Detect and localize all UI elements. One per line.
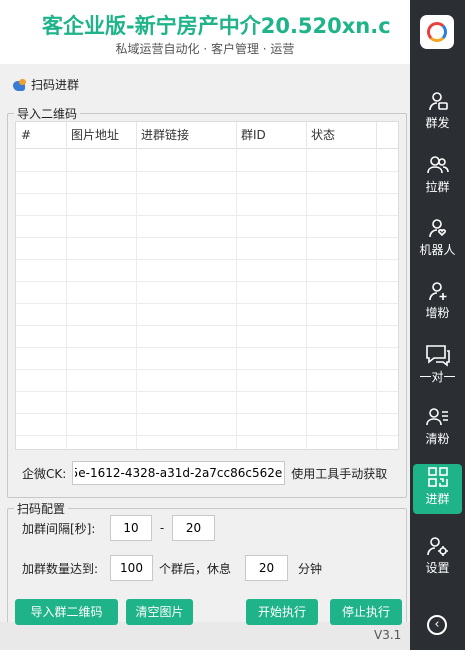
sidebar-item-broadcast[interactable]: 群发: [413, 88, 462, 138]
app-logo: [420, 15, 454, 49]
collapse-arrow-icon[interactable]: ‹: [427, 615, 447, 635]
app-subtitle: 私域运营自动化 · 客户管理 · 运营: [115, 42, 295, 56]
ck-hint: 使用工具手动获取: [291, 466, 388, 481]
col-group-id[interactable]: 群ID: [236, 122, 306, 148]
qr-table-body: [16, 149, 398, 449]
sidebar-item-clean-fans[interactable]: 清粉: [413, 404, 462, 454]
count-suffix: 个群后，休息: [159, 561, 232, 576]
app-title: 客企业版-新宁房产中介20.520xn.c: [42, 14, 391, 38]
count-label: 加群数量达到:: [22, 561, 99, 576]
qr-table-header: # 图片地址 进群链接 群ID 状态: [16, 122, 398, 149]
sidebar-item-settings[interactable]: 设置: [413, 533, 462, 583]
sidebar-label-clean-fans: 清粉: [425, 432, 450, 446]
sidebar-label-add-fans: 增粉: [425, 306, 450, 320]
sidebar-item-join-group[interactable]: 进群: [413, 464, 462, 514]
ck-input[interactable]: [72, 461, 286, 485]
add-user-icon: [427, 278, 449, 304]
interval-row: 加群间隔[秒]: -: [22, 515, 215, 541]
interval-max-input[interactable]: [172, 515, 215, 541]
app-header: 客企业版-新宁房产中介20.520xn.c 私域运营自动化 · 客户管理 · 运…: [0, 0, 410, 64]
sidebar-label-one-on-one: 一对一: [419, 370, 456, 384]
interval-min-input[interactable]: [110, 515, 152, 541]
group-pull-icon: [426, 152, 450, 178]
user-settings-icon: [426, 533, 450, 559]
col-image-path[interactable]: 图片地址: [66, 122, 136, 148]
scan-join-label: 扫码进群: [31, 78, 80, 92]
sidebar-label-pull-group: 拉群: [425, 180, 450, 194]
sidebar-item-one-on-one[interactable]: 一对一: [413, 342, 462, 392]
scan-join-icon: [12, 78, 28, 92]
ck-row: 企微CK: 使用工具手动获取: [22, 461, 387, 485]
user-broadcast-icon: [427, 88, 449, 114]
interval-separator: -: [159, 521, 165, 535]
sidebar-label-settings: 设置: [425, 561, 450, 575]
rest-unit: 分钟: [298, 561, 323, 576]
import-qr-legend: 导入二维码: [17, 107, 78, 121]
sidebar-item-add-fans[interactable]: 增粉: [413, 278, 462, 328]
ck-label: 企微CK:: [22, 466, 67, 481]
user-list-icon: [425, 404, 450, 430]
stop-button[interactable]: 停止执行: [330, 599, 402, 625]
rest-minutes-input[interactable]: [245, 555, 288, 581]
interval-label: 加群间隔[秒]:: [22, 521, 96, 536]
import-qr-button[interactable]: 导入群二维码: [15, 599, 118, 625]
version-label: V3.1: [374, 628, 402, 642]
right-sidebar: 群发 拉群 机器人 增粉 一对一 清粉 进群 设置 ‹: [410, 0, 465, 650]
robot-heart-icon: [427, 215, 449, 241]
chat-bubble-icon: [425, 342, 451, 368]
start-button[interactable]: 开始执行: [246, 599, 318, 625]
scan-join-tab[interactable]: 扫码进群: [12, 76, 79, 93]
sidebar-item-robot[interactable]: 机器人: [413, 215, 462, 265]
status-bar: [0, 622, 410, 650]
count-input[interactable]: [110, 555, 153, 581]
clear-images-button[interactable]: 清空图片: [126, 599, 193, 625]
sidebar-label-robot: 机器人: [419, 243, 456, 257]
sidebar-item-pull-group[interactable]: 拉群: [413, 152, 462, 202]
count-row: 加群数量达到: 个群后，休息 分钟: [22, 555, 322, 581]
qr-table[interactable]: # 图片地址 进群链接 群ID 状态: [15, 121, 399, 450]
sidebar-label-broadcast: 群发: [425, 116, 450, 130]
col-status[interactable]: 状态: [306, 122, 376, 148]
col-join-link[interactable]: 进群链接: [136, 122, 236, 148]
sidebar-label-join-group: 进群: [425, 492, 450, 506]
qrcode-icon: [427, 464, 449, 490]
col-index[interactable]: #: [16, 122, 66, 148]
